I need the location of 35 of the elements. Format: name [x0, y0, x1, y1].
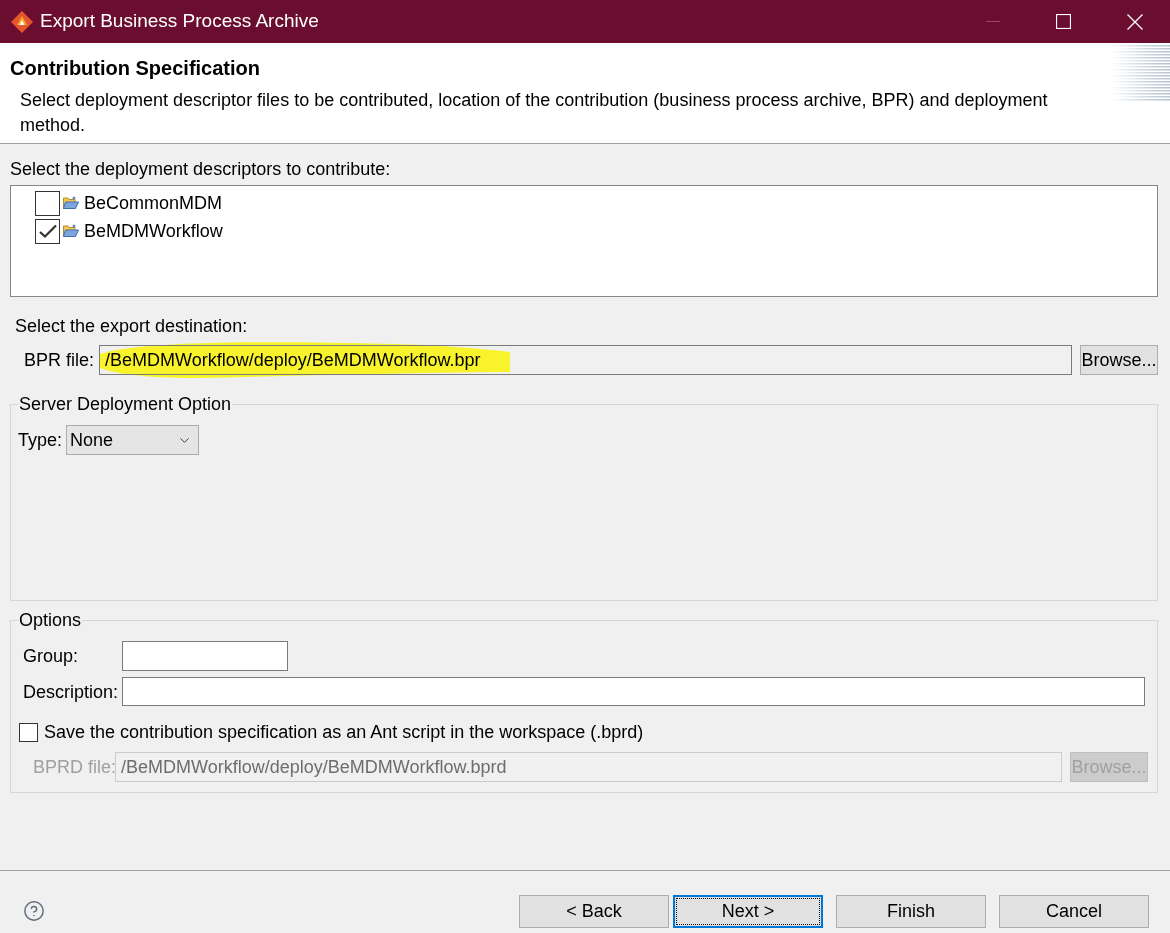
tree-item[interactable]: BeMDMWorkflow: [84, 220, 223, 242]
close-icon: [1126, 13, 1143, 30]
description-label: Description:: [23, 680, 120, 703]
browse-button[interactable]: Browse...: [1080, 345, 1158, 375]
help-icon[interactable]: [23, 900, 45, 922]
page-description: Select deployment descriptor files to be contributed, location of the contribution (business process archive, BPR) and deployment method.: [20, 89, 1049, 137]
type-label: Type:: [18, 429, 63, 451]
group-title: Server Deployment Option: [18, 393, 233, 415]
destination-label: Select the export destination:: [15, 315, 248, 337]
folder-icon: [63, 196, 79, 210]
minimize-icon: [985, 20, 1000, 23]
bpr-file-label: BPR file:: [24, 349, 95, 371]
type-select[interactable]: None: [66, 425, 200, 455]
page-title: Contribution Specification: [10, 56, 260, 80]
wizard-button[interactable]: Next >: [673, 895, 823, 928]
group-title: Options: [18, 609, 83, 631]
save-script-checkbox[interactable]: [19, 722, 38, 742]
folder-icon: [63, 224, 79, 238]
tree-item[interactable]: BeCommonMDM: [84, 192, 223, 214]
tree-checkbox[interactable]: [35, 218, 60, 244]
app-logo-icon: [11, 10, 33, 33]
group-label: Group:: [23, 645, 80, 667]
wizard-button[interactable]: Finish: [836, 895, 986, 928]
descriptors-label: Select the deployment descriptors to contribute:: [10, 158, 391, 180]
tree-checkbox[interactable]: [35, 190, 60, 216]
wizard-button[interactable]: < Back: [519, 895, 669, 928]
window-title: Export Business Process Archive: [40, 9, 319, 34]
group-input[interactable]: [122, 641, 288, 671]
maximize-icon: [1056, 14, 1071, 29]
description-input[interactable]: [122, 677, 1145, 706]
bprd-file-label: BPRD file:: [33, 756, 115, 778]
check-icon: [38, 224, 57, 238]
wizard-button[interactable]: Cancel: [999, 895, 1149, 928]
save-script-label[interactable]: Save the contribution specification as an Ant script in the workspace (.bprd): [44, 721, 644, 743]
bpr-file-field[interactable]: /BeMDMWorkflow/deploy/BeMDMWorkflow.bpr: [99, 345, 1072, 375]
